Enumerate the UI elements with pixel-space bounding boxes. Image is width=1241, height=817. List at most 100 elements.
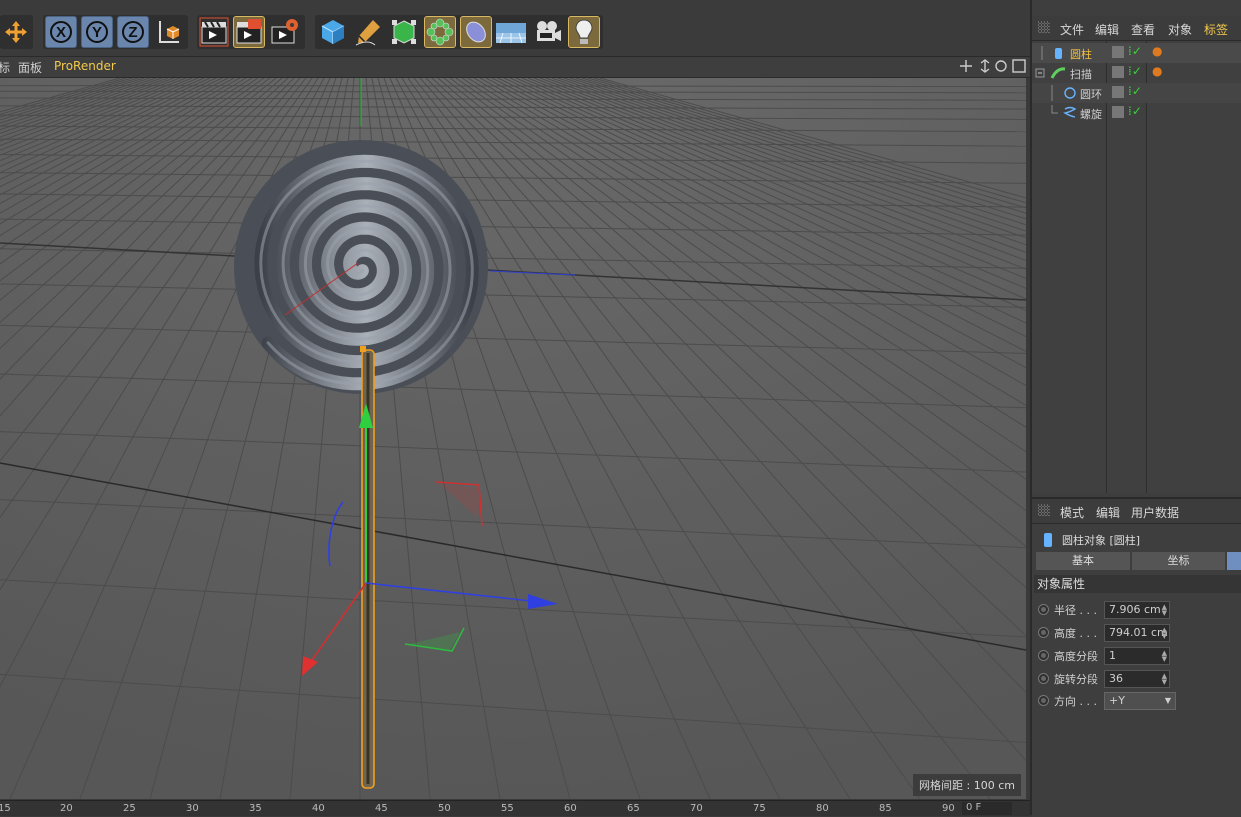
layer-icon[interactable]	[1112, 66, 1124, 78]
array-button[interactable]	[424, 16, 456, 48]
height-field[interactable]: 794.01 cm ▲ ▼	[1104, 624, 1170, 642]
x-axis-lock-button[interactable]: X	[45, 16, 77, 48]
viewport-nav-icons	[958, 58, 1028, 77]
viewport-menu-panel[interactable]: 面板	[18, 59, 42, 76]
section-object-properties: 对象属性	[1034, 575, 1241, 593]
keyframe-radio-icon[interactable]	[1038, 627, 1049, 638]
right-panel: 文件 编辑 查看 对象 标签 圆柱 ⁞✓ ● 扫描 ⁞✓ ● 圆环 ⁞✓ 螺旋 …	[1030, 0, 1241, 817]
main-toolbar: X Y Z	[0, 0, 1030, 57]
cube-button[interactable]	[317, 16, 349, 48]
keyframe-radio-icon[interactable]	[1038, 673, 1049, 684]
sweep-icon	[1050, 67, 1066, 79]
coordinate-system-icon	[159, 21, 180, 43]
prop-label: 半径 . . .	[1054, 604, 1097, 617]
grid-spacing-label: 网格间距 : 100 cm	[913, 774, 1021, 796]
visible-check-icon[interactable]: ⁞✓	[1128, 44, 1142, 58]
frame-field[interactable]: 0 F	[962, 802, 1012, 815]
tab-coordinates[interactable]: 坐标	[1132, 552, 1225, 570]
camera-icon	[537, 21, 561, 41]
height-segments-field[interactable]: 1 ▲ ▼	[1104, 647, 1170, 665]
viewport-menu-prorender[interactable]: ProRender	[54, 59, 116, 73]
prop-height: 高度 . . . 794.01 cm ▲ ▼	[1036, 623, 1241, 643]
menu-mode[interactable]: 模式	[1060, 504, 1084, 521]
subdivision-button[interactable]	[388, 16, 420, 48]
timeline-tick: 30	[186, 803, 199, 814]
material-tag-icon[interactable]: ●	[1152, 44, 1162, 58]
tree-item-helix[interactable]: 螺旋 ⁞✓	[1032, 103, 1241, 123]
menu-edit[interactable]: 编辑	[1096, 504, 1120, 521]
timeline-tick: 20	[60, 803, 73, 814]
visible-check-icon[interactable]: ⁞✓	[1128, 104, 1142, 118]
layer-icon[interactable]	[1112, 46, 1124, 58]
x-axis-icon: X	[50, 21, 72, 43]
menu-user-data[interactable]: 用户数据	[1131, 504, 1179, 521]
grip-icon[interactable]	[1038, 504, 1050, 516]
pen-button[interactable]	[352, 16, 384, 48]
coordinate-system-button[interactable]	[154, 16, 186, 48]
keyframe-radio-icon[interactable]	[1038, 604, 1049, 615]
layer-icon[interactable]	[1112, 106, 1124, 118]
light-bulb-icon	[575, 19, 593, 44]
helix-icon	[1063, 106, 1077, 118]
timeline-tick: 45	[375, 803, 388, 814]
prop-radius: 半径 . . . 7.906 cm ▲ ▼	[1036, 600, 1241, 620]
y-axis-lock-button[interactable]: Y	[81, 16, 113, 48]
object-manager-menu: 文件 编辑 查看 对象 标签	[1032, 16, 1241, 41]
menu-tags[interactable]: 标签	[1204, 21, 1228, 38]
move-icon[interactable]	[0, 16, 32, 48]
menu-objects[interactable]: 对象	[1168, 21, 1192, 38]
rotation-segments-field[interactable]: 36 ▲ ▼	[1104, 670, 1170, 688]
visible-check-icon[interactable]: ⁞✓	[1128, 84, 1142, 98]
timeline-tick: 35	[249, 803, 262, 814]
zoom-icon	[980, 59, 990, 73]
z-axis-lock-button[interactable]: Z	[117, 16, 149, 48]
timeline-tick: 25	[123, 803, 136, 814]
viewport-menu-item-tag[interactable]: 标	[0, 59, 10, 76]
layer-icon[interactable]	[1112, 86, 1124, 98]
deformer-button[interactable]	[460, 16, 492, 48]
menu-edit[interactable]: 编辑	[1095, 21, 1119, 38]
floor-button[interactable]	[495, 16, 527, 48]
3d-viewport[interactable]: 网格间距 : 100 cm	[0, 78, 1026, 799]
menu-file[interactable]: 文件	[1060, 21, 1084, 38]
orientation-select[interactable]: +Y ▼	[1104, 692, 1176, 710]
tab-basic[interactable]: 基本	[1036, 552, 1130, 570]
timeline-tick: 55	[501, 803, 514, 814]
render-view-button[interactable]	[198, 16, 230, 48]
object-title: 圆柱对象 [圆柱]	[1062, 534, 1141, 547]
rotate-icon	[995, 60, 1007, 72]
render-active-view-button[interactable]	[233, 16, 265, 48]
tree-item-circle[interactable]: 圆环 ⁞✓	[1032, 83, 1241, 103]
tree-item-sweep[interactable]: 扫描 ⁞✓ ●	[1032, 63, 1241, 83]
radius-field[interactable]: 7.906 cm ▲ ▼	[1104, 601, 1170, 619]
light-button[interactable]	[568, 16, 600, 48]
visible-check-icon[interactable]: ⁞✓	[1128, 64, 1142, 78]
cylinder-icon	[1044, 533, 1052, 547]
menu-view[interactable]: 查看	[1131, 21, 1155, 38]
y-axis-icon: Y	[86, 21, 108, 43]
tab-object[interactable]	[1227, 552, 1241, 570]
viewport-menu-bar: 标 面板 ProRender	[0, 57, 1030, 78]
pan-icon	[960, 60, 972, 72]
render-region-icon	[236, 19, 262, 44]
grip-icon[interactable]	[1038, 21, 1050, 33]
timeline-tick: 85	[879, 803, 892, 814]
keyframe-radio-icon[interactable]	[1038, 650, 1049, 661]
spiral-candy[interactable]	[234, 140, 488, 394]
material-tag-icon[interactable]: ●	[1152, 64, 1162, 78]
tree-item-label: 圆环	[1080, 88, 1102, 101]
camera-button[interactable]	[532, 16, 564, 48]
prop-label: 高度分段	[1054, 650, 1098, 663]
timeline-tick: 15	[0, 803, 11, 814]
cube-icon	[321, 20, 345, 44]
timeline-tick: 50	[438, 803, 451, 814]
tree-item-cylinder[interactable]: 圆柱 ⁞✓ ●	[1032, 43, 1241, 63]
z-axis-icon: Z	[122, 21, 144, 43]
viewport-scene	[0, 78, 1026, 799]
timeline-tick: 70	[690, 803, 703, 814]
render-settings-button[interactable]	[268, 16, 300, 48]
deformer-icon	[466, 21, 486, 43]
keyframe-radio-icon[interactable]	[1038, 695, 1049, 706]
tree-item-label: 圆柱	[1070, 48, 1092, 61]
timeline-ruler[interactable]: 15 20 25 30 35 40 45 50 55 60 65 70 75 8…	[0, 800, 1030, 816]
